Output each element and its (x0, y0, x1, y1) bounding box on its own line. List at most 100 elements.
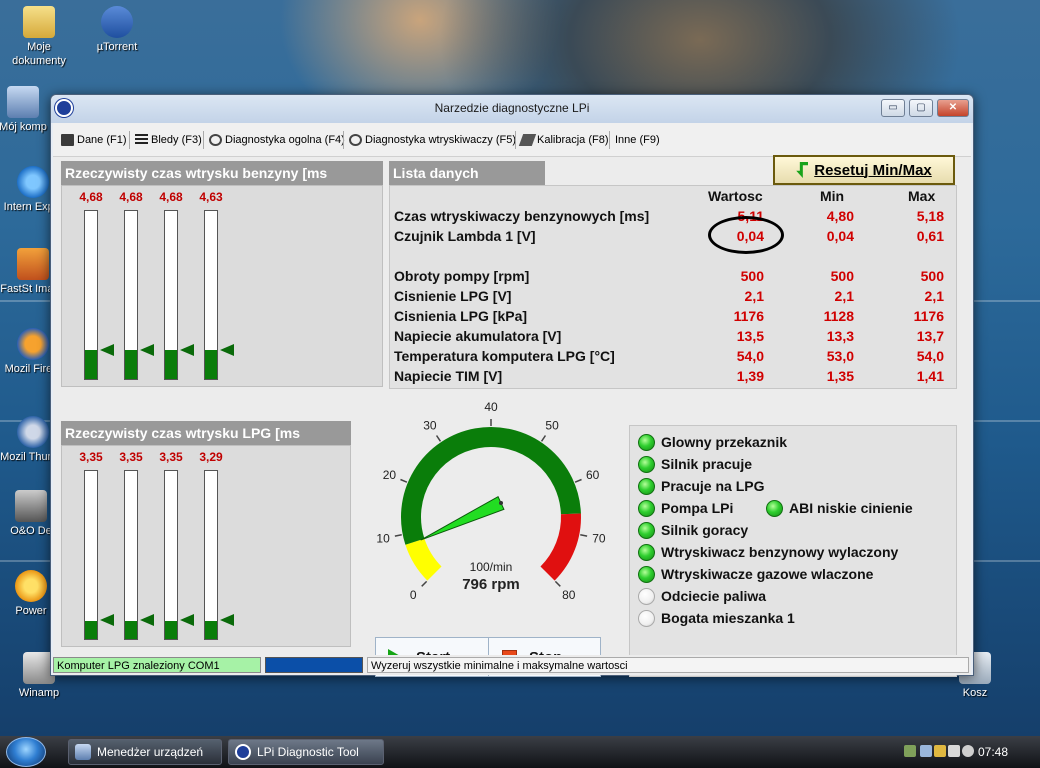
menu-label: Inne (F9) (615, 134, 660, 146)
lpi-diagnostic-window: Narzedzie diagnostyczne LPi ▭ ▢ ✕ Dane (… (50, 94, 974, 677)
clock[interactable]: 07:48 (978, 745, 1008, 759)
bar-fill (205, 350, 217, 379)
injection-bar (204, 470, 218, 640)
gauge-tick-mark (421, 580, 428, 587)
menu-dane[interactable]: Dane (F1) (61, 131, 127, 149)
injection-bar (164, 210, 178, 380)
desktop-icon-utorrent[interactable]: µTorrent (80, 6, 154, 54)
save-icon (61, 134, 74, 146)
gauge-tick-mark (400, 478, 408, 483)
bar-value: 3,35 (119, 450, 143, 464)
tray-network-icon[interactable] (920, 745, 932, 757)
status-lamp-icon (638, 455, 655, 473)
marker-triangle-icon (220, 614, 234, 626)
data-row-name: Napiecie TIM [V] (394, 368, 503, 384)
status-lamp-icon (638, 433, 655, 451)
window-client: Dane (F1) Bledy (F3) Diagnostyka ogolna … (53, 123, 971, 677)
data-row-min: 53,0 (826, 348, 854, 364)
reset-arrow-icon (796, 162, 809, 178)
column-header-max: Max (908, 188, 936, 204)
connection-status: Komputer LPG znaleziony COM1 (53, 657, 261, 673)
gauge-zone-low (405, 538, 442, 581)
gauge-tick-label: 60 (586, 468, 600, 482)
stethoscope-icon (349, 134, 362, 146)
status-lamp-icon (638, 609, 655, 627)
status-bar: Komputer LPG znaleziony COM1 Wyzeruj wsz… (53, 655, 971, 675)
rpm-gauge: 0 10 20 30 40 50 60 70 80 100/min 796 rpm (376, 400, 605, 601)
volume-icon[interactable] (962, 745, 974, 757)
data-row: Temperatura komputera LPG [°C] 54,0 53,0… (394, 348, 954, 368)
menu-inne[interactable]: Inne (F9) (615, 131, 660, 149)
taskbar-lpi-diagnostic[interactable]: LPi Diagnostic Tool (228, 739, 384, 765)
bar-fill (85, 350, 97, 379)
injection-bar (124, 210, 138, 380)
status-lamp-row: Glowny przekaznik (638, 432, 787, 452)
column-header-value: Wartosc (708, 188, 763, 204)
status-lamp-icon (638, 587, 655, 605)
progress-indicator (265, 657, 363, 673)
tray-security-icon[interactable] (904, 745, 916, 757)
tray-monitor-icon[interactable] (948, 745, 960, 757)
gauge-tick-label: 0 (410, 588, 417, 601)
data-row: Cisnienia LPG [kPa] 1176 1128 1176 (394, 308, 954, 328)
minimize-button[interactable]: ▭ (881, 99, 905, 117)
petrol-injection-panel: 4,68 4,68 4,68 4,63 (61, 185, 383, 387)
gauge-tick-label: 50 (545, 419, 559, 433)
data-row-min: 13,3 (826, 328, 854, 344)
bar-value: 3,35 (79, 450, 103, 464)
gauge-tick-mark (580, 534, 588, 537)
tray-warning-icon[interactable] (934, 745, 946, 757)
data-row-min: 2,1 (834, 288, 854, 304)
gauge-tick-label: 80 (562, 588, 576, 601)
menu-kalibracja[interactable]: Kalibracja (F8) (518, 131, 609, 149)
data-row-max: 5,18 (916, 208, 944, 224)
maximize-button[interactable]: ▢ (909, 99, 933, 117)
desktop-icon-my-documents[interactable]: Moje dokumenty (2, 6, 76, 68)
system-tray: 07:48 (900, 736, 1040, 768)
start-button[interactable] (6, 737, 46, 767)
bar-fill (205, 621, 217, 639)
petrol-panel-title: Rzeczywisty czas wtrysku benzyny [ms (61, 161, 383, 185)
status-lamp-label: Glowny przekaznik (661, 434, 788, 450)
data-list-title: Lista danych (389, 161, 545, 185)
data-row-max: 13,7 (916, 328, 944, 344)
data-row-name: Cisnienie LPG [V] (394, 288, 512, 304)
status-lamp-row: Wtryskiwacz benzynowy wylaczony (638, 542, 954, 562)
desktop-icon-label: Moje dokumenty (12, 41, 66, 67)
highlight-ellipse (708, 216, 784, 254)
data-row-name: Cisnienia LPG [kPa] (394, 308, 528, 324)
title-bar[interactable]: Narzedzie diagnostyczne LPi ▭ ▢ ✕ (51, 95, 973, 123)
gauge-tick-mark (435, 435, 442, 442)
data-row-max: 54,0 (916, 348, 944, 364)
data-row-min: 500 (830, 268, 854, 284)
reset-min-max-button[interactable]: Resetuj Min/Max (773, 155, 955, 185)
power-icon (15, 570, 47, 602)
menu-label: Dane (F1) (77, 134, 127, 146)
bar-fill (165, 621, 177, 639)
menu-divider (203, 131, 204, 149)
column-header-min: Min (820, 188, 845, 204)
menu-diagnostyka-ogolna[interactable]: Diagnostyka ogolna (F4) (209, 131, 345, 149)
calibration-icon (518, 134, 537, 146)
bar-value: 3,35 (159, 450, 183, 464)
status-lamp-row: Odciecie paliwa (638, 586, 766, 606)
marker-triangle-icon (100, 344, 114, 356)
gauge-reading: 796 rpm (462, 576, 520, 593)
menu-bledy[interactable]: Bledy (F3) (135, 131, 202, 149)
desktop-icon-label: Kosz (962, 687, 988, 699)
data-row-name: Napiecie akumulatora [V] (394, 328, 562, 344)
menu-label: Bledy (F3) (151, 134, 202, 146)
data-row-name: Czas wtryskiwaczy benzynowych [ms] (394, 208, 650, 224)
gauge-unit: 100/min (470, 560, 513, 574)
menu-diagnostyka-wtryskiwaczy[interactable]: Diagnostyka wtryskiwaczy (F5) (349, 131, 516, 149)
data-row: Napiecie TIM [V] 1,39 1,35 1,41 (394, 368, 954, 388)
gauge-zone-high (540, 513, 581, 581)
injection-bar (84, 470, 98, 640)
bar-value: 4,63 (199, 190, 223, 204)
internet-explorer-icon (17, 166, 49, 198)
gauge-tick-label: 10 (376, 531, 390, 545)
status-lamps-panel: Glowny przekaznik Silnik pracuje Pracuje… (629, 425, 957, 677)
menu-divider (609, 131, 610, 149)
taskbar-device-manager[interactable]: Menedżer urządzeń (68, 739, 222, 765)
close-button[interactable]: ✕ (937, 99, 969, 117)
